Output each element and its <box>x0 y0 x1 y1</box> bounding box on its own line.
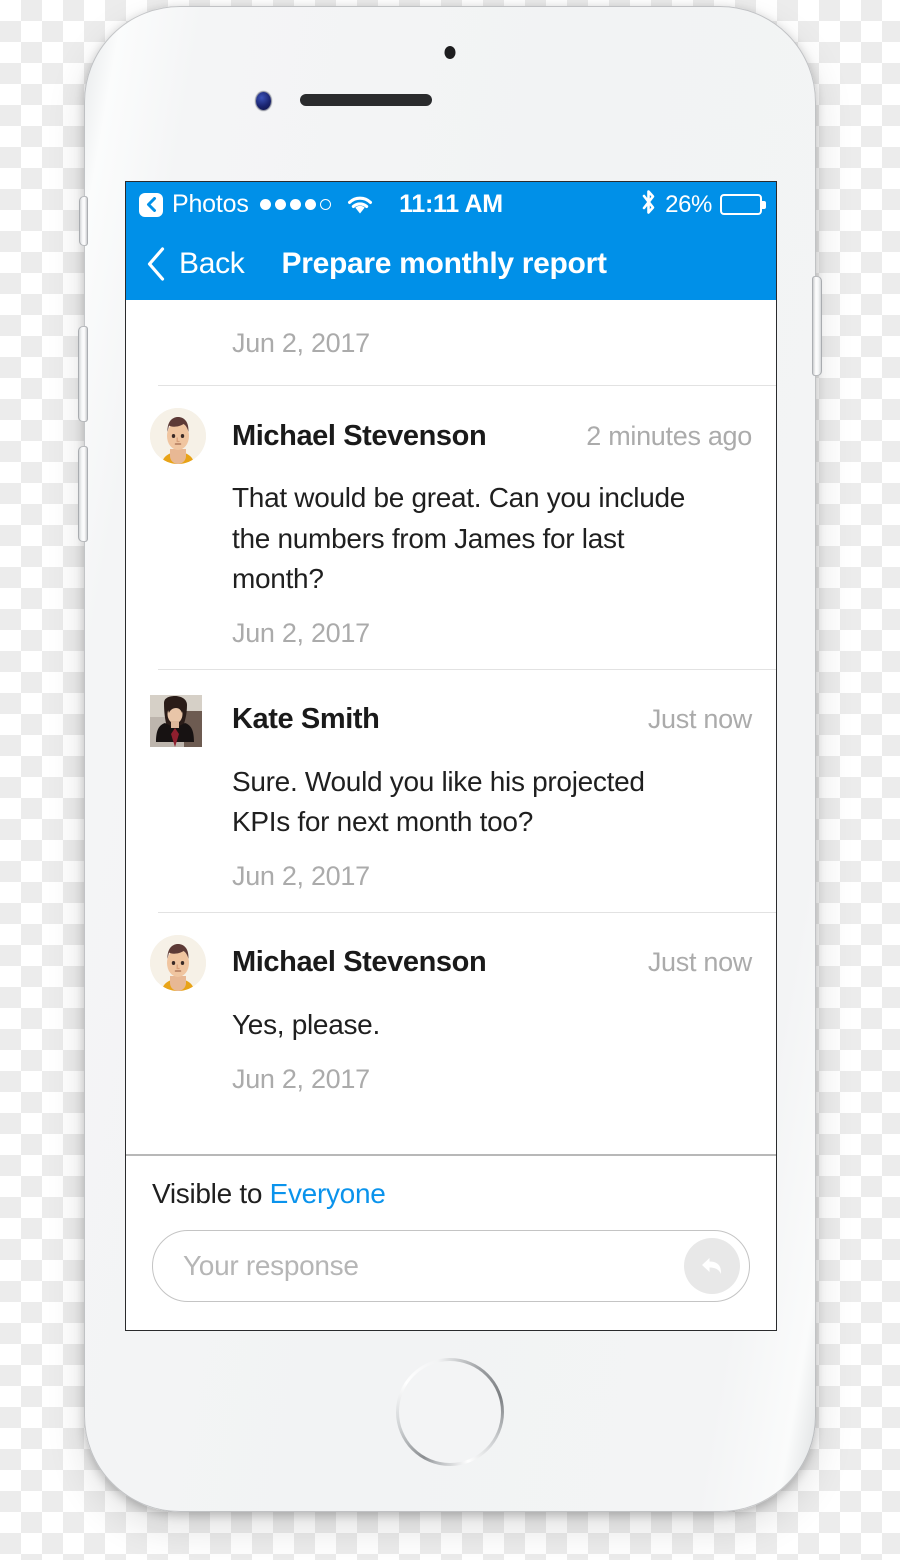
message-header: Kate Smith Just now <box>126 692 752 748</box>
volume-down-button[interactable] <box>78 446 88 542</box>
battery-percent-label: 26% <box>665 190 712 218</box>
list-item[interactable]: Michael Stevenson 2 minutes ago That wou… <box>126 386 776 669</box>
reply-arrow-icon <box>702 1258 722 1274</box>
power-button[interactable] <box>812 276 822 376</box>
message-date: Jun 2, 2017 <box>232 1063 370 1094</box>
home-button[interactable] <box>396 1358 504 1466</box>
battery-icon <box>720 194 762 215</box>
back-button-label: Back <box>179 246 245 280</box>
avatar-illustration-michael <box>150 408 206 464</box>
back-button[interactable]: Back <box>146 247 245 281</box>
message-text: That would be great. Can you include the… <box>232 482 686 595</box>
response-input-shell[interactable] <box>152 1230 750 1302</box>
phone-device: Photos 11:11 AM 26% Back Prepare monthly… <box>78 6 822 1512</box>
list-item[interactable]: Michael Stevenson Just now Yes, please. … <box>126 913 776 1115</box>
avatar-photo-kate <box>150 694 202 747</box>
bluetooth-icon <box>640 189 657 220</box>
chevron-left-icon <box>146 197 156 212</box>
message-author: Michael Stevenson <box>232 419 487 452</box>
back-to-app-button[interactable] <box>139 192 163 217</box>
message-date: Jun 2, 2017 <box>232 617 370 648</box>
message-text: Yes, please. <box>232 1008 380 1040</box>
status-bar-right: 26% <box>640 189 762 220</box>
proximity-sensor-icon <box>444 46 456 59</box>
message-text: Sure. Would you like his projected KPIs … <box>232 765 645 838</box>
message-header: Michael Stevenson 2 minutes ago <box>126 408 752 464</box>
thread-top-date: Jun 2, 2017 <box>232 328 370 358</box>
signal-strength-icon <box>259 199 331 210</box>
comment-thread-list[interactable]: Jun 2, 2017 Michael Stevenson 2 minutes … <box>126 300 776 1154</box>
wifi-icon <box>346 194 374 215</box>
phone-screen: Photos 11:11 AM 26% Back Prepare monthly… <box>125 181 777 1331</box>
message-author: Michael Stevenson <box>232 946 487 979</box>
page-title: Prepare monthly report <box>281 246 607 280</box>
response-input[interactable] <box>153 1231 749 1301</box>
visibility-row: Visible to Everyone <box>152 1178 750 1210</box>
list-item[interactable]: Kate Smith Just now Sure. Would you like… <box>126 670 776 912</box>
status-bar: Photos 11:11 AM 26% <box>126 182 776 227</box>
chevron-left-icon <box>147 246 165 281</box>
message-timestamp: Just now <box>647 704 752 735</box>
front-camera-icon <box>256 92 271 110</box>
message-author: Kate Smith <box>232 703 380 736</box>
volume-up-button[interactable] <box>78 326 88 422</box>
status-bar-app-label: Photos <box>172 190 249 218</box>
message-timestamp: Just now <box>647 947 752 978</box>
message-date: Jun 2, 2017 <box>232 860 370 891</box>
visibility-audience-link[interactable]: Everyone <box>270 1178 386 1209</box>
response-composer: Visible to Everyone <box>126 1154 776 1330</box>
send-reply-button[interactable] <box>684 1238 740 1294</box>
status-bar-left: Photos <box>139 190 374 219</box>
earpiece-speaker-icon <box>300 94 432 106</box>
visibility-label: Visible to <box>152 1178 270 1209</box>
avatar[interactable] <box>150 692 206 748</box>
navigation-bar: Back Prepare monthly report <box>126 227 776 300</box>
avatar-illustration-michael <box>150 934 206 991</box>
status-bar-clock: 11:11 AM <box>399 190 503 218</box>
avatar[interactable] <box>150 408 206 464</box>
mute-switch-button[interactable] <box>79 196 88 246</box>
message-header: Michael Stevenson Just now <box>126 934 752 991</box>
message-timestamp: 2 minutes ago <box>586 420 752 451</box>
avatar[interactable] <box>150 934 206 991</box>
